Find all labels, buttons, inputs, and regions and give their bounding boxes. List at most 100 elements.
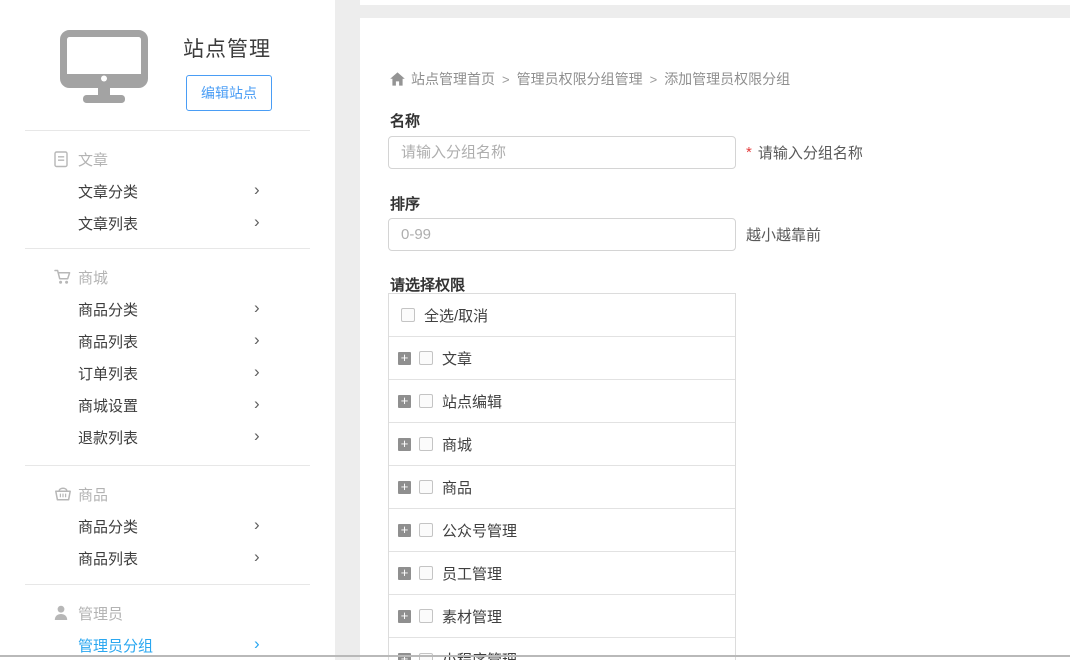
sidebar-item-label: 退款列表 (78, 427, 138, 448)
permission-row-site-edit: + 站点编辑 (389, 380, 735, 423)
expand-plus-icon[interactable]: + (398, 567, 411, 580)
sidebar-item-goods-category[interactable]: 商品分类 › (0, 293, 335, 325)
expand-plus-icon[interactable]: + (398, 610, 411, 623)
sidebar-section-label: 管理员 (78, 603, 123, 624)
sidebar-item-goods-list[interactable]: 商品列表 › (0, 325, 335, 357)
permission-checkbox[interactable] (419, 609, 433, 623)
name-field-row: * 请输入分组名称 (388, 136, 863, 169)
sidebar-item-label: 商品分类 (78, 299, 138, 320)
sidebar-section-header-article: 文章 (0, 143, 335, 175)
breadcrumb-item-add-group: 添加管理员权限分组 (664, 69, 790, 89)
main-content: 站点管理首页 > 管理员权限分组管理 > 添加管理员权限分组 名称 * 请输入分… (360, 18, 1070, 660)
home-icon (390, 72, 405, 86)
select-all-checkbox[interactable] (401, 308, 415, 322)
sidebar-item-label: 文章分类 (78, 181, 138, 202)
breadcrumb: 站点管理首页 > 管理员权限分组管理 > 添加管理员权限分组 (390, 69, 790, 89)
monitor-icon (60, 30, 148, 110)
sidebar-item-refund-list[interactable]: 退款列表 › (0, 421, 335, 453)
chevron-right-icon: › (254, 362, 260, 382)
expand-plus-icon[interactable]: + (398, 438, 411, 451)
cart-icon (54, 269, 78, 285)
sort-field-row: 越小越靠前 (388, 218, 821, 251)
chevron-right-icon: › (254, 298, 260, 318)
chevron-right-icon: › (254, 515, 260, 535)
divider (25, 584, 310, 585)
sidebar-section-mall: 商城 商品分类 › 商品列表 › 订单列表 › 商城设置 › 退款列表 › (0, 248, 335, 465)
person-icon (54, 605, 78, 621)
permission-checkbox[interactable] (419, 437, 433, 451)
sidebar-section-admin: 管理员 管理员分组 › (0, 584, 335, 660)
breadcrumb-separator: > (502, 72, 510, 87)
sidebar-item-label: 管理员分组 (78, 635, 153, 656)
permission-checkbox[interactable] (419, 566, 433, 580)
basket-icon (54, 486, 78, 502)
sidebar-section-product: 商品 商品分类 › 商品列表 › (0, 465, 335, 584)
permission-row-official-account: + 公众号管理 (389, 509, 735, 552)
permission-checkbox[interactable] (419, 394, 433, 408)
permission-checkbox[interactable] (419, 523, 433, 537)
permissions-label: 请选择权限 (390, 274, 465, 295)
sidebar-item-label: 订单列表 (78, 363, 138, 384)
required-asterisk: * (746, 144, 752, 161)
permission-checkbox[interactable] (419, 351, 433, 365)
permission-row-mall: + 商城 (389, 423, 735, 466)
sidebar-section-label: 文章 (78, 149, 108, 170)
sort-field-hint: 越小越靠前 (746, 224, 821, 245)
sidebar-item-label: 商城设置 (78, 395, 138, 416)
sidebar-section-header-product: 商品 (0, 478, 335, 510)
sidebar-section-header-admin: 管理员 (0, 597, 335, 629)
chevron-right-icon: › (254, 330, 260, 350)
page-title: 站点管理 (183, 33, 271, 63)
sidebar-item-label: 商品列表 (78, 331, 138, 352)
permission-label: 站点编辑 (442, 391, 502, 412)
name-field-hint: 请输入分组名称 (758, 142, 863, 163)
sidebar-item-product-list[interactable]: 商品列表 › (0, 542, 335, 574)
chevron-right-icon: › (254, 547, 260, 567)
permission-row-staff: + 员工管理 (389, 552, 735, 595)
article-icon (54, 151, 78, 168)
permission-row-product: + 商品 (389, 466, 735, 509)
top-background-strip (360, 5, 1070, 18)
expand-plus-icon[interactable]: + (398, 395, 411, 408)
sidebar-item-product-category[interactable]: 商品分类 › (0, 510, 335, 542)
permissions-table: 全选/取消 + 文章 + 站点编辑 + 商城 (388, 293, 736, 660)
divider (25, 248, 310, 249)
sidebar-item-label: 商品列表 (78, 548, 138, 569)
sidebar-item-label: 商品分类 (78, 516, 138, 537)
permission-row-material: + 素材管理 (389, 595, 735, 638)
window-bottom-edge (0, 655, 1070, 657)
permission-checkbox[interactable] (419, 480, 433, 494)
sidebar-item-article-category[interactable]: 文章分类 › (0, 175, 335, 207)
expand-plus-icon[interactable]: + (398, 481, 411, 494)
sidebar-section-header-mall: 商城 (0, 261, 335, 293)
sidebar-section-article: 文章 文章分类 › 文章列表 › (0, 130, 335, 248)
sort-field-label: 排序 (390, 193, 420, 214)
expand-plus-icon[interactable]: + (398, 352, 411, 365)
sort-order-input[interactable] (388, 218, 736, 251)
permission-label: 商品 (442, 477, 472, 498)
sidebar-item-mall-settings[interactable]: 商城设置 › (0, 389, 335, 421)
sidebar: 站点管理 编辑站点 文章 文章分类 › 文章列表 › (0, 0, 335, 660)
permission-label: 商城 (442, 434, 472, 455)
breadcrumb-item-home[interactable]: 站点管理首页 (411, 69, 495, 89)
chevron-right-icon: › (254, 180, 260, 200)
chevron-right-icon: › (254, 426, 260, 446)
sidebar-item-order-list[interactable]: 订单列表 › (0, 357, 335, 389)
permission-label: 文章 (442, 348, 472, 369)
breadcrumb-item-group-management[interactable]: 管理员权限分组管理 (517, 69, 643, 89)
sidebar-item-article-list[interactable]: 文章列表 › (0, 207, 335, 239)
expand-plus-icon[interactable]: + (398, 524, 411, 537)
sidebar-section-label: 商城 (78, 267, 108, 288)
permission-label: 员工管理 (442, 563, 502, 584)
group-name-input[interactable] (388, 136, 736, 169)
sidebar-item-label: 文章列表 (78, 213, 138, 234)
permission-label: 公众号管理 (442, 520, 517, 541)
chevron-right-icon: › (254, 634, 260, 654)
page: 站点管理 编辑站点 文章 文章分类 › 文章列表 › (0, 0, 1070, 660)
edit-site-button[interactable]: 编辑站点 (186, 75, 272, 111)
divider (25, 465, 310, 466)
breadcrumb-separator: > (650, 72, 658, 87)
divider (25, 130, 310, 131)
chevron-right-icon: › (254, 212, 260, 232)
sidebar-section-label: 商品 (78, 484, 108, 505)
